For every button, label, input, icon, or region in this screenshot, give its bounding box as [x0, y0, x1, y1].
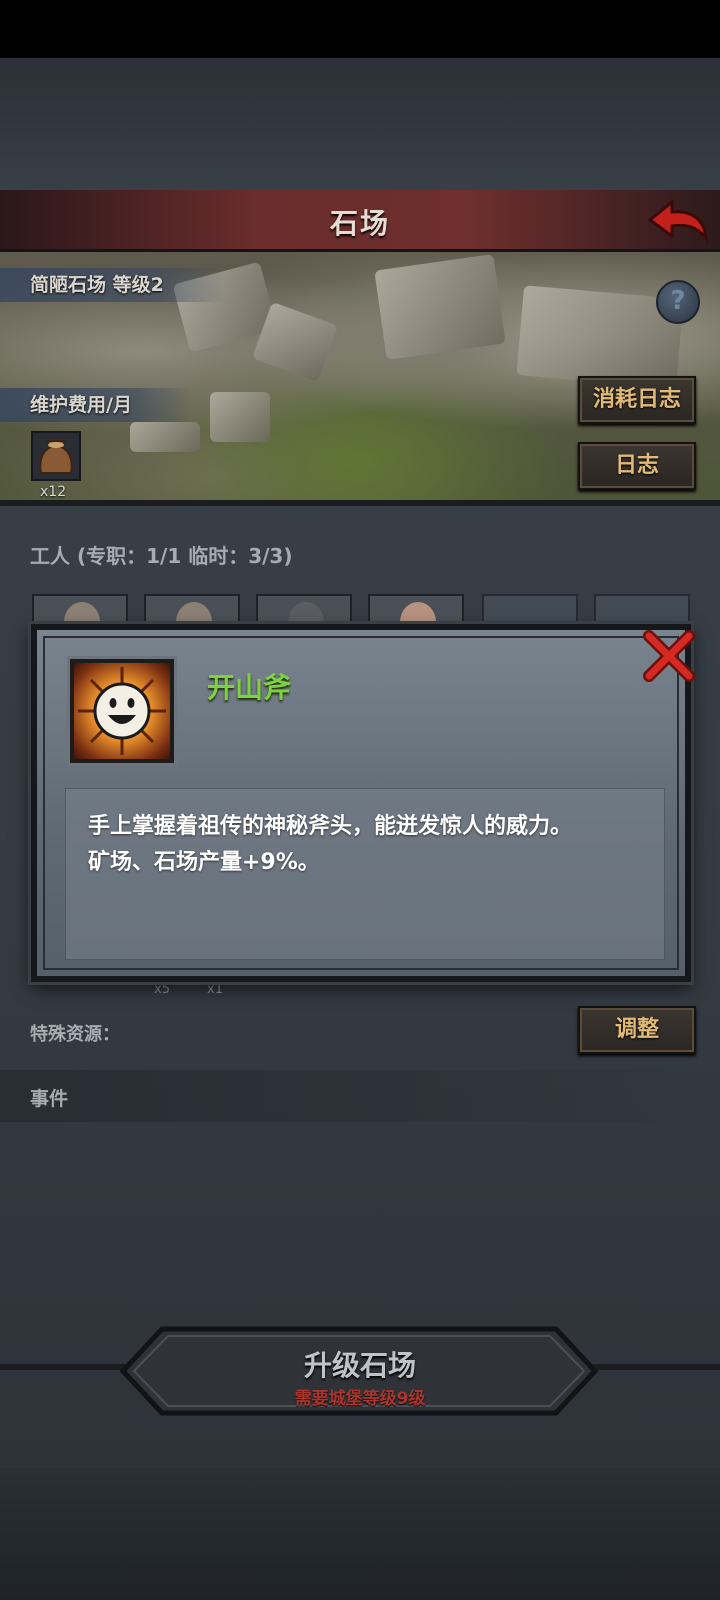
page-title: 石场	[329, 207, 390, 240]
consumption-log-button[interactable]: 消耗日志	[578, 376, 696, 424]
bottom-bar	[0, 1468, 720, 1600]
upgrade-title: 升级石场	[303, 1349, 416, 1382]
skill-icon	[74, 663, 170, 759]
maintenance-resource-slot[interactable]	[31, 431, 81, 481]
rock-decoration	[210, 392, 270, 442]
skill-description-line: 矿场、石场产量+9%。	[88, 850, 320, 875]
workers-label: 工人 (专职：1/1 临时：3/3)	[30, 544, 293, 568]
resource-quantity: x1	[207, 982, 223, 997]
smiley-sun-icon	[78, 667, 166, 755]
status-bar	[0, 0, 720, 58]
building-name-level: 简陋石场 等级2	[0, 268, 224, 302]
adjust-button[interactable]: 调整	[578, 1006, 696, 1054]
special-resources-label: 特殊资源：	[30, 1024, 120, 1045]
close-icon[interactable]	[641, 628, 697, 684]
skill-popup: 开山斧 手上掌握着祖传的神秘斧头，能迸发惊人的威力。 矿场、石场产量+9%。	[31, 624, 695, 982]
skill-title: 开山斧	[207, 671, 292, 704]
help-icon[interactable]: ?	[656, 280, 700, 324]
rock-decoration	[130, 422, 200, 452]
rock-decoration	[374, 254, 506, 360]
back-arrow-icon[interactable]	[646, 196, 710, 244]
sack-icon	[39, 440, 73, 474]
skill-description-box: 手上掌握着祖传的神秘斧头，能迸发惊人的威力。 矿场、石场产量+9%。	[65, 788, 665, 960]
upgrade-requirement: 需要城堡等级9级	[294, 1389, 426, 1409]
skill-description: 手上掌握着祖传的神秘斧头，能迸发惊人的威力。 矿场、石场产量+9%。	[88, 809, 644, 881]
log-button[interactable]: 日志	[578, 442, 696, 490]
maintenance-quantity: x12	[40, 484, 67, 500]
maintenance-label: 维护费用/月	[0, 388, 192, 422]
skill-icon-frame	[67, 656, 177, 766]
skill-description-line: 手上掌握着祖传的神秘斧头，能迸发惊人的威力。	[88, 814, 573, 839]
resource-quantity: x5	[154, 982, 170, 997]
events-band	[0, 1070, 720, 1122]
title-bar: 石场	[0, 190, 720, 252]
events-label: 事件	[30, 1088, 69, 1110]
